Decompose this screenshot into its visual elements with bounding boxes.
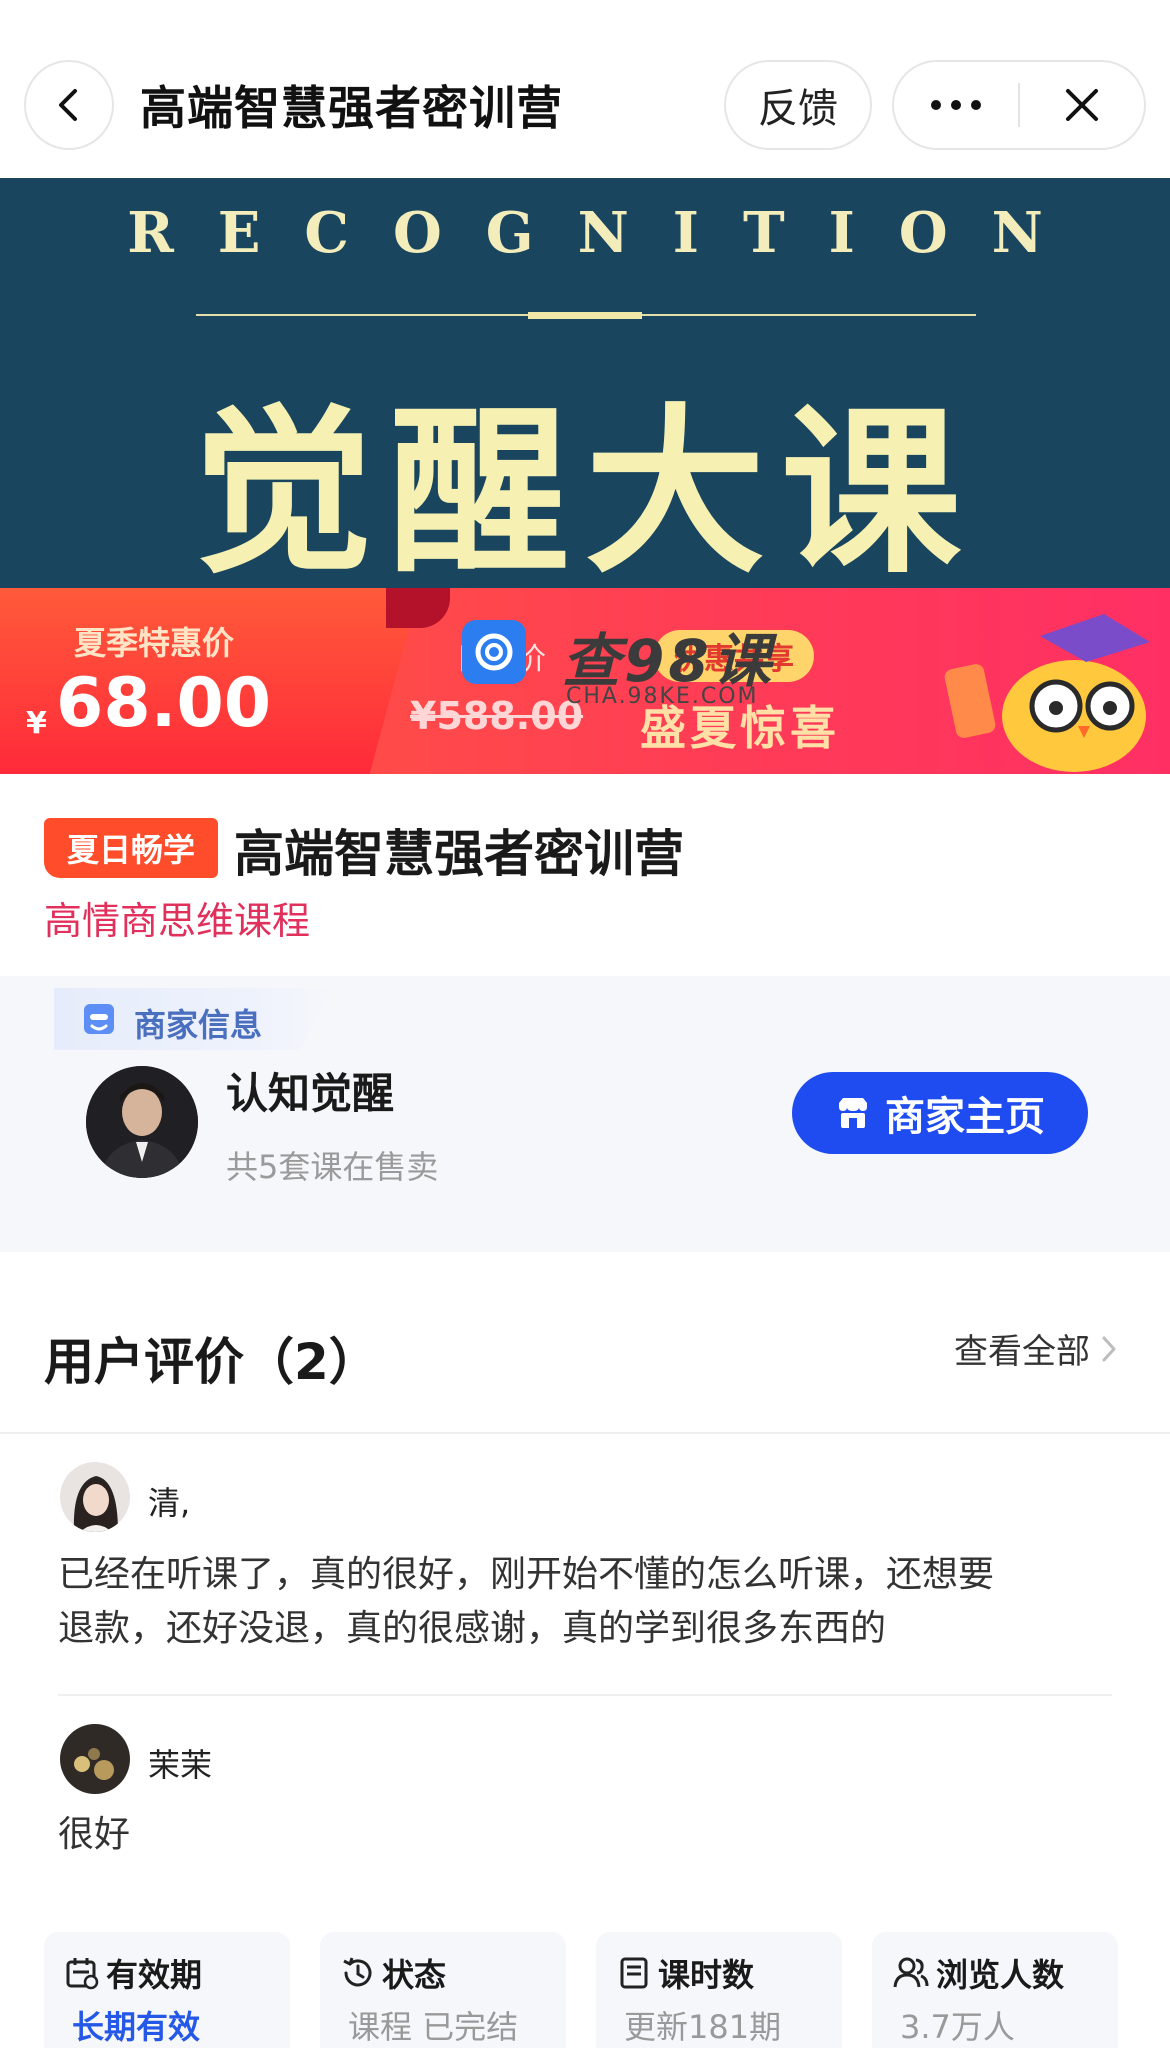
info-value: 更新181期 <box>624 2008 782 2046</box>
close-button[interactable] <box>1020 62 1144 148</box>
chevron-left-icon <box>59 89 77 121</box>
reviewer-avatar-photo <box>60 1462 130 1532</box>
info-card-validity: 有效期 长期有效 <box>44 1932 290 2048</box>
reviewer-name: 茉茉 <box>148 1746 213 1784</box>
banner-english-title: RECOGNITION <box>127 200 1087 266</box>
currency-symbol: ¥ <box>26 706 47 741</box>
page-title: 高端智慧强者密训营 <box>140 81 563 135</box>
banner-chinese-title: 觉醒大课 <box>192 387 977 598</box>
merchant-name[interactable]: 认知觉醒 <box>226 1060 394 1121</box>
info-card-views: 浏览人数 3.7万人 <box>872 1932 1118 2048</box>
info-card-status: 状态 课程 已完结 <box>320 1932 566 2048</box>
top-nav-bar: 高端智慧强者密训营 反馈 <box>0 0 1170 178</box>
product-title: 高端智慧强者密训营 <box>234 825 684 883</box>
review-text-line: 已经在听课了，真的很好，刚开始不懂的怎么听课，还想要 <box>58 1554 995 1595</box>
merchant-section-tag: 商家信息 <box>54 988 334 1050</box>
close-icon <box>1066 89 1098 121</box>
review-text-line: 退款，还好没退，真的很感谢，真的学到很多东西的 <box>58 1608 887 1649</box>
promo-label: 夏季特惠价 <box>74 624 235 662</box>
info-card-lessons: 课时数 更新181期 <box>596 1932 842 2048</box>
back-button[interactable] <box>24 60 114 150</box>
merchant-section-label: 商家信息 <box>134 1006 263 1044</box>
view-all-label: 查看全部 <box>954 1332 1090 1372</box>
section-divider <box>0 1432 1170 1434</box>
merchant-avatar-photo <box>86 1066 198 1178</box>
merchant-homepage-button[interactable]: 商家主页 <box>792 1072 1088 1154</box>
info-value: 长期有效 <box>72 2008 201 2046</box>
more-button[interactable] <box>894 62 1018 148</box>
merchant-homepage-label: 商家主页 <box>885 1094 1045 1140</box>
info-value: 课程 已完结 <box>348 2008 519 2046</box>
owl-mascot-icon <box>944 614 1150 772</box>
feedback-button[interactable]: 反馈 <box>724 60 872 150</box>
review-divider <box>58 1694 1112 1696</box>
store-icon <box>84 1004 114 1034</box>
watermark-url: CHA.98KE.COM <box>566 684 759 709</box>
promo-tag: 夏日畅学 <box>44 818 218 878</box>
ellipsis-icon <box>931 100 981 110</box>
merchant-course-count: 共5套课在售卖 <box>226 1148 439 1186</box>
chevron-right-icon <box>1102 1336 1116 1361</box>
merchant-avatar[interactable] <box>86 1066 198 1178</box>
info-label: 课时数 <box>658 1956 755 1994</box>
calendar-icon <box>66 1958 99 1990</box>
view-all-reviews-link[interactable]: 查看全部 <box>954 1324 1118 1373</box>
reviewer-name: 清, <box>148 1484 191 1522</box>
banner-rule-accent <box>528 312 642 319</box>
watermark-logo-icon <box>462 620 526 684</box>
watermark: 查98课 CHA.98KE.COM <box>462 620 792 730</box>
reviewer-avatar <box>60 1462 130 1532</box>
reviewer-avatar-photo <box>60 1724 130 1794</box>
users-icon <box>893 1957 929 1988</box>
product-subtitle: 高情商思维课程 <box>44 899 311 943</box>
reviews-heading: 用户评价（2） <box>44 1333 379 1391</box>
mini-program-capsule <box>892 60 1146 150</box>
info-label: 浏览人数 <box>936 1956 1065 1994</box>
history-clock-icon <box>343 1957 372 1987</box>
review-text-line: 很好 <box>58 1814 131 1855</box>
info-label: 有效期 <box>106 1956 203 1994</box>
promo-price: 68.00 <box>56 664 272 743</box>
reviewer-avatar <box>60 1724 130 1794</box>
shop-icon <box>839 1098 867 1128</box>
info-label: 状态 <box>382 1956 447 1994</box>
document-icon <box>620 1957 648 1989</box>
merchant-card: 商家信息 认知觉醒 共5套课在售卖 商家主页 <box>0 976 1170 1252</box>
info-value: 3.7万人 <box>900 2008 1015 2046</box>
